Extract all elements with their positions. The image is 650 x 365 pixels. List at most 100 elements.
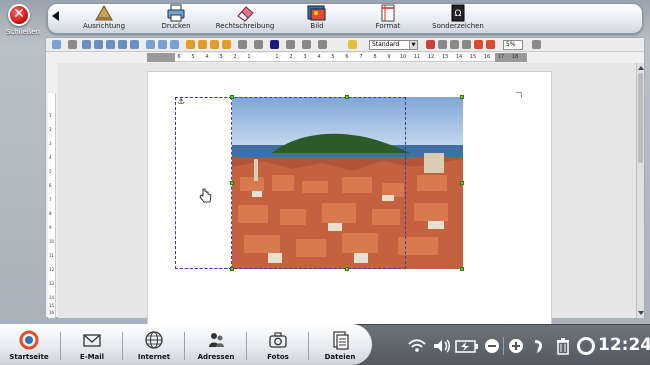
contrast-icon[interactable] (486, 40, 495, 49)
anchor-tool-icon[interactable] (52, 40, 61, 49)
resize-handle[interactable] (345, 267, 349, 271)
ruler-number: 16 (483, 54, 491, 60)
toolbar-rechtschreibung-label: Rechtschreibung (215, 22, 275, 30)
link-icon[interactable] (318, 40, 327, 49)
paragraph-style-select[interactable]: Standard ▼ (369, 40, 418, 50)
trash-icon[interactable] (555, 337, 571, 355)
ruler-number: 4 (205, 54, 209, 60)
line-style-icon[interactable] (254, 40, 263, 49)
frame-properties-icon[interactable] (302, 40, 311, 49)
wrap-optimal-icon[interactable] (118, 40, 127, 49)
bring-forward-icon[interactable] (186, 40, 195, 49)
ruler-number: 15 (49, 303, 55, 308)
battery-charging-icon[interactable] (455, 337, 479, 355)
back-arrow-icon[interactable] (52, 11, 59, 21)
dock-dateien[interactable]: Dateien (312, 330, 368, 361)
ruler-number: 6 (49, 183, 52, 188)
resize-handle[interactable] (230, 181, 234, 185)
dock-label: Fotos (267, 353, 289, 361)
vertical-scrollbar[interactable] (636, 63, 644, 318)
dock-label: Dateien (324, 353, 356, 361)
chevron-down-icon[interactable]: ▼ (409, 41, 417, 49)
align-right-icon[interactable] (170, 40, 179, 49)
wrap-right-icon[interactable] (94, 40, 103, 49)
dock-startseite[interactable]: Startseite (1, 330, 57, 361)
ruler-number: 17 (497, 54, 505, 60)
ruler-number: 6 (177, 54, 181, 60)
graphic-filter-icon[interactable] (426, 40, 435, 49)
dock-adressen[interactable]: Adressen (188, 330, 244, 361)
green-channel-icon[interactable] (462, 40, 471, 49)
ruler-number: 12 (49, 267, 55, 272)
border-icon[interactable] (238, 40, 247, 49)
wrap-parallel-icon[interactable] (130, 40, 139, 49)
dock-internet[interactable]: Internet (126, 330, 182, 361)
toolbar-ausrichtung-button[interactable]: Ausrichtung (80, 4, 128, 34)
resize-handle[interactable] (345, 95, 349, 99)
dock-label: Adressen (197, 353, 235, 361)
ruler-number: 3 (303, 54, 307, 60)
toolbar-sonderzeichen-button[interactable]: Ω Sonderzeichen (430, 4, 486, 34)
globe-icon (145, 331, 163, 349)
ruler-number: 8 (373, 54, 377, 60)
send-backward-icon[interactable] (198, 40, 207, 49)
scrollbar-thumb[interactable] (638, 73, 643, 163)
ruler-number: 9 (387, 54, 391, 60)
ruler-number: 11 (413, 54, 421, 60)
resize-handle[interactable] (460, 267, 464, 271)
dock-separator (60, 332, 61, 360)
envelope-icon (83, 334, 101, 347)
resize-handle[interactable] (230, 95, 234, 99)
margin-corner-mark (516, 92, 522, 98)
highlight-icon[interactable] (348, 40, 357, 49)
transparency-value: 5% (506, 41, 516, 48)
close-button[interactable]: ✕ Schließen (0, 0, 44, 40)
scroll-up-icon[interactable] (638, 66, 644, 70)
home-logo-icon (19, 330, 39, 350)
dock-fotos[interactable]: Fotos (250, 330, 306, 361)
resize-handle[interactable] (460, 95, 464, 99)
toolbar-bild-label: Bild (310, 22, 324, 30)
close-icon: ✕ (8, 4, 30, 26)
toolbar-drucken-button[interactable]: Drucken (156, 4, 196, 34)
red-channel-icon[interactable] (450, 40, 459, 49)
wifi-icon[interactable] (408, 337, 426, 355)
ruler-number: 15 (469, 54, 477, 60)
undo-arrow-icon[interactable] (532, 337, 546, 355)
border-color-icon[interactable] (270, 40, 279, 49)
volume-icon[interactable] (432, 337, 452, 355)
wrap-through-icon[interactable] (106, 40, 115, 49)
ruler-number: 16 (49, 310, 55, 315)
format-page-icon (381, 4, 395, 22)
resize-handle[interactable] (230, 267, 234, 271)
ruler-number: 11 (49, 253, 55, 258)
transparency-field[interactable]: 5% (503, 40, 523, 50)
selection-frame[interactable] (175, 97, 406, 269)
resize-handle[interactable] (460, 181, 464, 185)
scroll-down-icon[interactable] (638, 311, 644, 315)
zoom-in-icon[interactable] (508, 337, 524, 355)
toolbar-rechtschreibung-button[interactable]: Rechtschreibung (215, 4, 275, 34)
background-icon[interactable] (286, 40, 295, 49)
align-icon[interactable] (146, 40, 155, 49)
toolbar-format-button[interactable]: Format (370, 4, 406, 34)
files-icon (333, 331, 349, 350)
ruler-number: 14 (455, 54, 463, 60)
help-lifebuoy-icon[interactable] (577, 337, 595, 355)
ruler-margin-left (147, 53, 175, 62)
dock-email[interactable]: E-Mail (64, 330, 120, 361)
crop-icon[interactable] (532, 40, 541, 49)
wrap-tool-icon[interactable] (68, 40, 77, 49)
brightness-icon[interactable] (474, 40, 483, 49)
toolbar-bild-button[interactable]: Bild (302, 4, 332, 34)
zoom-out-icon[interactable] (484, 337, 500, 355)
svg-text:Ω: Ω (455, 9, 462, 19)
ruler-number: 8 (49, 211, 52, 216)
wrap-left-icon[interactable] (82, 40, 91, 49)
ruler-number: 5 (49, 169, 52, 174)
to-front-icon[interactable] (210, 40, 219, 49)
anchor-icon[interactable]: ⚓ (177, 97, 185, 107)
align-center-icon[interactable] (158, 40, 167, 49)
to-back-icon[interactable] (222, 40, 231, 49)
graphic-mode-icon[interactable] (438, 40, 447, 49)
